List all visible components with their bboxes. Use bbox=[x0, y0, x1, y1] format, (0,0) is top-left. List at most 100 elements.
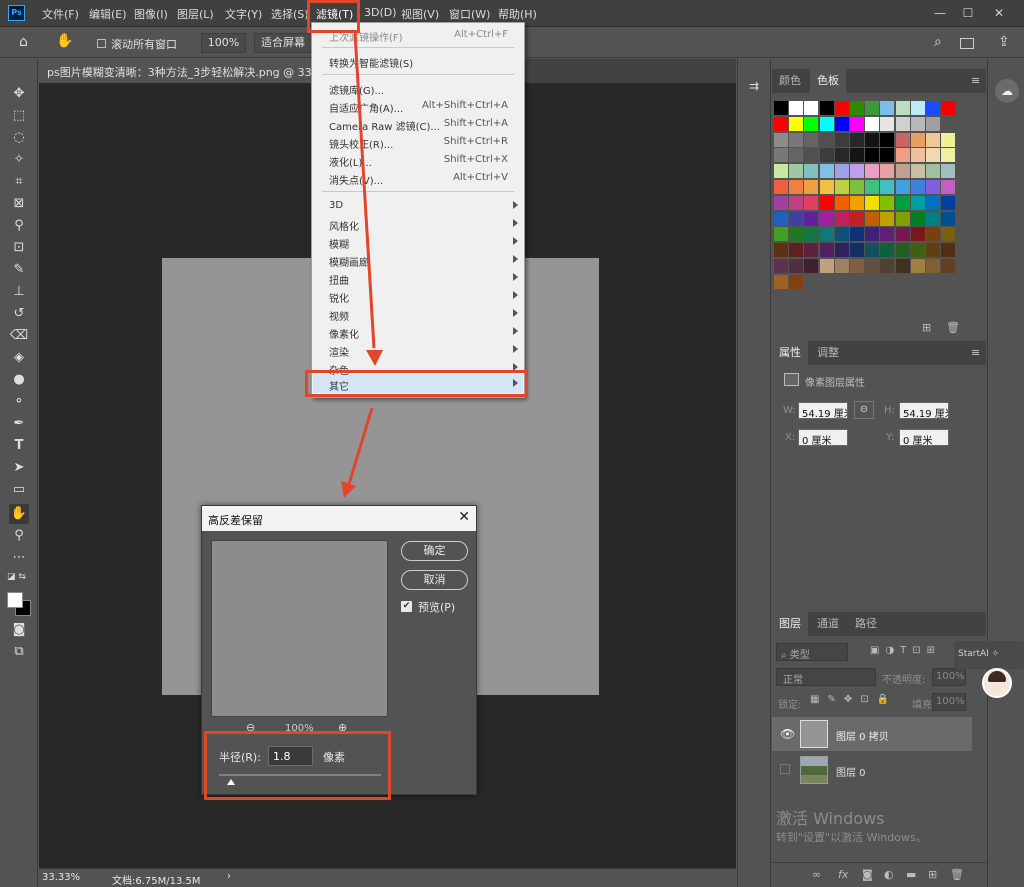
color-swatch[interactable] bbox=[865, 180, 880, 194]
layer-name[interactable]: 图层 0 拷贝 bbox=[836, 728, 889, 743]
color-swatch[interactable] bbox=[819, 259, 834, 273]
menu-3d[interactable]: 3D(D) bbox=[364, 6, 397, 19]
share-icon[interactable]: ⇪ bbox=[998, 34, 1010, 50]
default-colors-icon[interactable]: ◪ ⇆ bbox=[7, 572, 26, 582]
assistant-avatar[interactable] bbox=[982, 668, 1012, 698]
color-swatch[interactable] bbox=[941, 259, 956, 273]
menu-image[interactable]: 图像(I) bbox=[134, 6, 168, 22]
color-swatch[interactable] bbox=[834, 195, 849, 210]
magic-wand-tool-icon[interactable]: ✧ bbox=[9, 150, 29, 170]
minimize-icon[interactable]: — bbox=[933, 6, 947, 20]
color-swatch[interactable] bbox=[804, 148, 819, 163]
color-swatch[interactable] bbox=[895, 211, 910, 226]
layer-row[interactable]: 👁 图层 0 拷贝 bbox=[772, 717, 972, 751]
tab-layers[interactable]: 图层 bbox=[772, 612, 808, 636]
home-icon[interactable]: ⌂ bbox=[19, 34, 28, 50]
menu-lens-correction[interactable]: 镜头校正(R)... bbox=[329, 136, 393, 151]
color-swatch[interactable] bbox=[850, 101, 864, 115]
color-swatch[interactable] bbox=[865, 148, 880, 163]
color-swatch[interactable] bbox=[926, 116, 940, 131]
color-swatch[interactable] bbox=[926, 243, 940, 258]
color-swatch[interactable] bbox=[880, 195, 895, 210]
color-swatch[interactable] bbox=[804, 132, 819, 147]
y-field[interactable]: 0 厘米 bbox=[899, 429, 949, 446]
menu-help[interactable]: 帮助(H) bbox=[498, 6, 537, 22]
color-swatch[interactable] bbox=[941, 195, 956, 210]
color-swatch[interactable] bbox=[834, 164, 849, 179]
color-swatch[interactable] bbox=[880, 243, 895, 258]
color-swatch[interactable] bbox=[774, 274, 788, 289]
color-swatch[interactable] bbox=[880, 227, 895, 242]
tab-color[interactable]: 颜色 bbox=[772, 69, 808, 93]
color-swatch[interactable] bbox=[804, 211, 819, 226]
layer-filter-icons[interactable]: ▣◑T⊡⊞ bbox=[870, 645, 941, 656]
fill-field[interactable]: 100% bbox=[932, 693, 966, 711]
color-swatch[interactable] bbox=[850, 259, 864, 273]
color-swatch[interactable] bbox=[789, 274, 804, 289]
more-tools-icon[interactable]: ⋯ bbox=[9, 548, 29, 568]
color-swatch[interactable] bbox=[895, 180, 910, 194]
new-layer-icon[interactable]: ⊞ bbox=[928, 868, 937, 881]
color-swatch[interactable] bbox=[834, 259, 849, 273]
color-swatch[interactable] bbox=[910, 132, 925, 147]
color-swatch[interactable] bbox=[895, 148, 910, 163]
color-swatch[interactable] bbox=[865, 195, 880, 210]
color-swatch[interactable] bbox=[774, 195, 788, 210]
color-swatch[interactable] bbox=[819, 195, 834, 210]
hand-tool-icon[interactable]: ✋ bbox=[9, 504, 29, 524]
color-swatch[interactable] bbox=[926, 180, 940, 194]
color-swatch[interactable] bbox=[789, 243, 804, 258]
type-tool-icon[interactable]: T bbox=[9, 436, 29, 456]
eraser-tool-icon[interactable]: ⌫ bbox=[9, 326, 29, 346]
color-swatch[interactable] bbox=[880, 148, 895, 163]
menu-liquify[interactable]: 液化(L)... bbox=[329, 154, 372, 169]
submenu-video[interactable]: 视频 bbox=[329, 308, 349, 323]
color-swatch[interactable] bbox=[819, 243, 834, 258]
color-swatch[interactable] bbox=[910, 195, 925, 210]
close-icon[interactable]: ✕ bbox=[992, 6, 1006, 20]
stamp-tool-icon[interactable]: ⊥ bbox=[9, 282, 29, 302]
color-swatch[interactable] bbox=[865, 211, 880, 226]
color-swatch[interactable] bbox=[895, 101, 910, 115]
color-swatch[interactable] bbox=[865, 116, 880, 131]
color-swatch[interactable] bbox=[850, 211, 864, 226]
submenu-pixelate[interactable]: 像素化 bbox=[329, 326, 359, 341]
creative-cloud-icon[interactable]: ☁ bbox=[995, 79, 1019, 103]
color-swatch[interactable] bbox=[819, 116, 834, 131]
healing-brush-tool-icon[interactable]: ⊡ bbox=[9, 238, 29, 258]
color-swatch[interactable] bbox=[789, 227, 804, 242]
marquee-tool-icon[interactable]: ⬚ bbox=[9, 106, 29, 126]
color-swatch[interactable] bbox=[941, 180, 956, 194]
color-swatch[interactable] bbox=[850, 132, 864, 147]
paint-bucket-tool-icon[interactable]: ◈ bbox=[9, 348, 29, 368]
color-swatch[interactable] bbox=[834, 101, 849, 115]
scroll-all-checkbox[interactable] bbox=[97, 39, 106, 48]
color-swatch[interactable] bbox=[895, 164, 910, 179]
history-brush-tool-icon[interactable]: ↺ bbox=[9, 304, 29, 324]
color-swatch[interactable] bbox=[926, 148, 940, 163]
color-swatch[interactable] bbox=[774, 211, 788, 226]
color-swatch[interactable] bbox=[804, 243, 819, 258]
color-swatch[interactable] bbox=[910, 227, 925, 242]
new-swatch-icon[interactable]: ⊞ bbox=[922, 321, 931, 334]
color-swatch[interactable] bbox=[819, 101, 834, 115]
blur-tool-icon[interactable]: ● bbox=[9, 370, 29, 390]
color-swatch[interactable] bbox=[880, 259, 895, 273]
color-swatch[interactable] bbox=[834, 116, 849, 131]
ok-button[interactable]: 确定 bbox=[401, 541, 468, 561]
color-swatch[interactable] bbox=[804, 180, 819, 194]
color-swatch[interactable] bbox=[850, 180, 864, 194]
submenu-blur-gallery[interactable]: 模糊画廊 bbox=[329, 254, 369, 269]
visibility-toggle[interactable] bbox=[780, 764, 790, 774]
color-swatch[interactable] bbox=[926, 259, 940, 273]
menu-layer[interactable]: 图层(L) bbox=[177, 6, 214, 22]
zoom-100-button[interactable]: 100% bbox=[201, 33, 246, 53]
layer-row[interactable]: 图层 0 bbox=[772, 753, 972, 787]
color-swatch[interactable] bbox=[926, 195, 940, 210]
color-swatch[interactable] bbox=[774, 116, 788, 131]
layer-name[interactable]: 图层 0 bbox=[836, 764, 866, 779]
color-swatch[interactable] bbox=[941, 243, 956, 258]
trash-icon[interactable]: 🗑 bbox=[946, 321, 960, 334]
color-swatch[interactable] bbox=[880, 116, 895, 131]
color-swatch[interactable] bbox=[834, 227, 849, 242]
